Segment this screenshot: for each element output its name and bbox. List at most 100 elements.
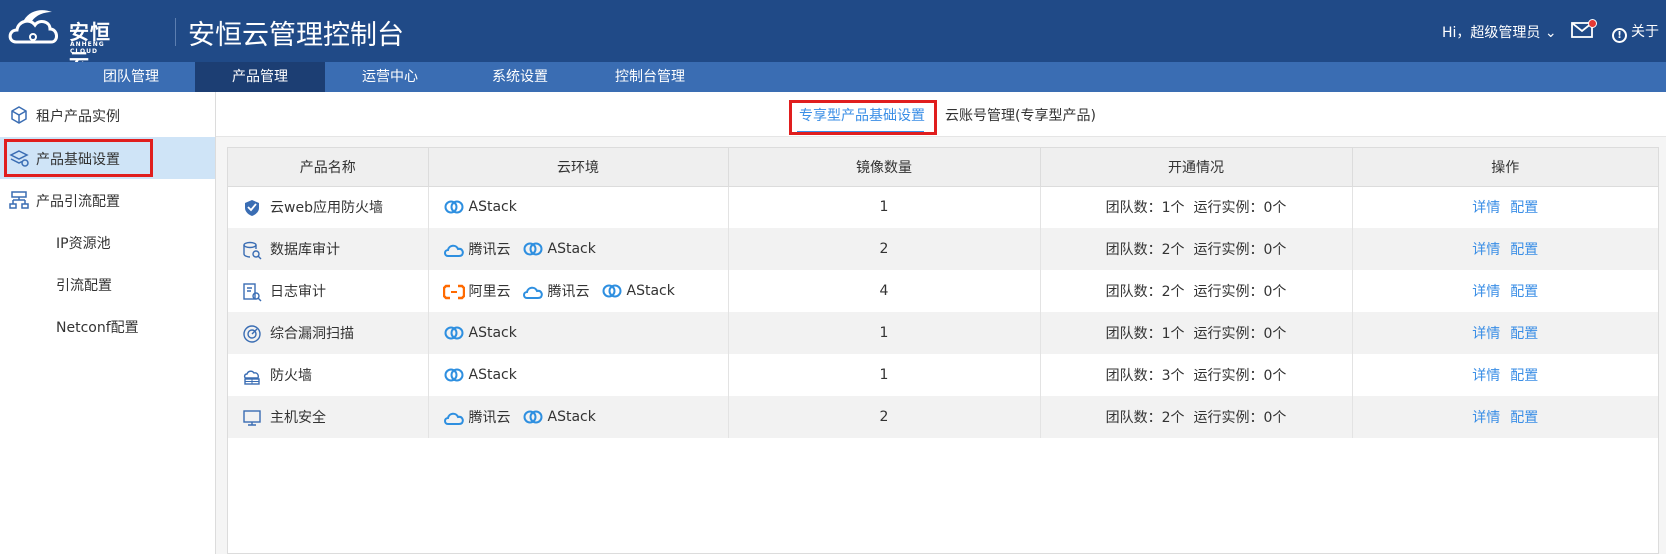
cloud-env-tag: 腾讯云 [522,281,590,301]
detail-link[interactable]: 详情 [1472,410,1500,426]
cloud-env-label: 腾讯云 [468,410,511,426]
sidebar: 租户产品实例 产品基础设置 产品引流配置 IP资源池 引流配置 Netconf配… [0,92,216,554]
layers-gear-icon [9,150,29,167]
user-menu[interactable]: Hi，超级管理员 ⌄ [1442,22,1557,42]
nav-item-product[interactable]: 产品管理 [195,62,325,92]
cube-icon [11,106,27,124]
cloud-env-label: AStack [468,325,517,341]
product-name: 综合漏洞扫描 [270,325,354,342]
astack-icon [443,199,469,215]
image-count: 1 [728,186,1041,228]
status-summary: 团队数：2个 运行实例：0个 [1040,270,1353,312]
config-link[interactable]: 配置 [1510,284,1538,300]
header-divider [175,18,176,46]
cloud-env-tag: AStack [443,367,517,383]
actions-cell: 详情 配置 [1352,270,1658,312]
config-link[interactable]: 配置 [1510,410,1538,426]
product-name-cell: 综合漏洞扫描 [228,312,429,354]
config-link[interactable]: 配置 [1510,242,1538,258]
image-count: 1 [728,312,1041,354]
sidebar-item-product-settings[interactable]: 产品基础设置 [0,137,215,179]
column-header: 产品名称 [228,148,429,187]
detail-link[interactable]: 详情 [1472,242,1500,258]
nav-item-settings[interactable]: 系统设置 [455,62,585,92]
nav-item-console[interactable]: 控制台管理 [585,62,715,92]
log-search-icon [243,282,262,301]
astack-icon [522,241,548,257]
aliyun-icon [442,284,469,300]
monitor-icon [243,409,261,426]
tab-cloud-account[interactable]: 云账号管理(专享型产品) [945,105,1096,125]
product-name: 云web应用防火墙 [270,199,383,216]
user-greeting: Hi，超级管理员 [1442,25,1541,41]
actions-cell: 详情 配置 [1352,312,1658,354]
detail-link[interactable]: 详情 [1472,200,1500,216]
cloud-env-tag: 阿里云 [442,281,511,301]
cloud-env-tag: 腾讯云 [443,239,511,259]
product-name-cell: 云web应用防火墙 [228,186,429,228]
table-row: 防火墙 AStack 1 团队数：3个 运行实例：0个 详情 配置 [228,354,1658,396]
product-name-cell: 主机安全 [228,396,429,438]
config-link[interactable]: 配置 [1510,200,1538,216]
column-header: 开通情况 [1040,148,1353,187]
tab-exclusive-product-settings[interactable]: 专享型产品基础设置 [799,105,925,125]
anheng-cloud-logo[interactable]: 安恒云 ANHENG CLOUD [6,6,131,73]
sidebar-item-traffic-rules[interactable]: 引流配置 [0,263,215,305]
logo-subtext: ANHENG CLOUD [70,41,105,55]
product-name: 主机安全 [270,409,326,426]
column-header: 云环境 [428,148,729,187]
table-row: 云web应用防火墙 AStack 1 团队数：1个 运行实例：0个 详情 配置 [228,186,1658,228]
cloud-env-cell: AStack [428,312,729,354]
config-link[interactable]: 配置 [1510,368,1538,384]
cloud-env-tag: AStack [601,283,675,299]
database-search-icon [243,241,262,259]
cloud-env-tag: AStack [443,199,517,215]
cloud-env-label: AStack [468,199,517,216]
cloud-env-tag: 腾讯云 [443,407,511,427]
detail-link[interactable]: 详情 [1472,284,1500,300]
about-button[interactable]: ! 关于 [1612,21,1659,43]
table-row: 日志审计 阿里云 腾讯云 AStack 4 团队数：2个 运行实例：0个 详情 配置 [228,270,1658,312]
active-tab-indicator [797,131,924,134]
about-label: 关于 [1631,24,1659,40]
sidebar-item-traffic-config[interactable]: 产品引流配置 [0,179,215,221]
cloud-env-cell: 阿里云 腾讯云 AStack [428,270,729,312]
status-summary: 团队数：3个 运行实例：0个 [1040,354,1353,396]
astack-icon [443,367,469,383]
config-link[interactable]: 配置 [1510,326,1538,342]
actions-cell: 详情 配置 [1352,228,1658,270]
image-count: 1 [728,354,1041,396]
detail-link[interactable]: 详情 [1472,326,1500,342]
actions-cell: 详情 配置 [1352,396,1658,438]
sidebar-item-tenant-instances[interactable]: 租户产品实例 [0,94,215,136]
image-count: 2 [728,228,1041,270]
nav-item-team[interactable]: 团队管理 [66,62,196,92]
sidebar-item-label: 引流配置 [56,278,112,294]
detail-link[interactable]: 详情 [1472,368,1500,384]
astack-icon [443,325,469,341]
tencent-cloud-icon [443,410,469,426]
product-table: 产品名称 云环境 镜像数量 开通情况 操作 云web应用防火墙 AStack 1 团队… [227,147,1659,554]
cloud-env-label: AStack [626,283,675,299]
firewall-icon [243,370,260,385]
cloud-env-label: 腾讯云 [547,284,590,300]
cloud-env-label: 腾讯云 [468,242,511,258]
scan-icon [243,324,261,343]
notification-dot [1588,19,1597,28]
tencent-cloud-icon [443,242,469,258]
nav-item-operations[interactable]: 运营中心 [325,62,455,92]
product-name: 防火墙 [270,367,312,384]
astack-icon [601,283,627,299]
product-name-cell: 防火墙 [228,354,429,396]
table-header-row: 产品名称 云环境 镜像数量 开通情况 操作 [228,148,1658,187]
table-row: 主机安全 腾讯云 AStack 2 团队数：2个 运行实例：0个 详情 配置 [228,396,1658,438]
sidebar-item-netconf[interactable]: Netconf配置 [0,305,215,347]
image-count: 2 [728,396,1041,438]
cloud-env-label: AStack [547,241,596,257]
sidebar-item-label: IP资源池 [56,236,111,252]
astack-icon [522,409,548,425]
cloud-env-tag: AStack [522,241,596,257]
column-header: 镜像数量 [728,148,1041,187]
image-count: 4 [728,270,1041,312]
sidebar-item-ip-pool[interactable]: IP资源池 [0,221,215,263]
